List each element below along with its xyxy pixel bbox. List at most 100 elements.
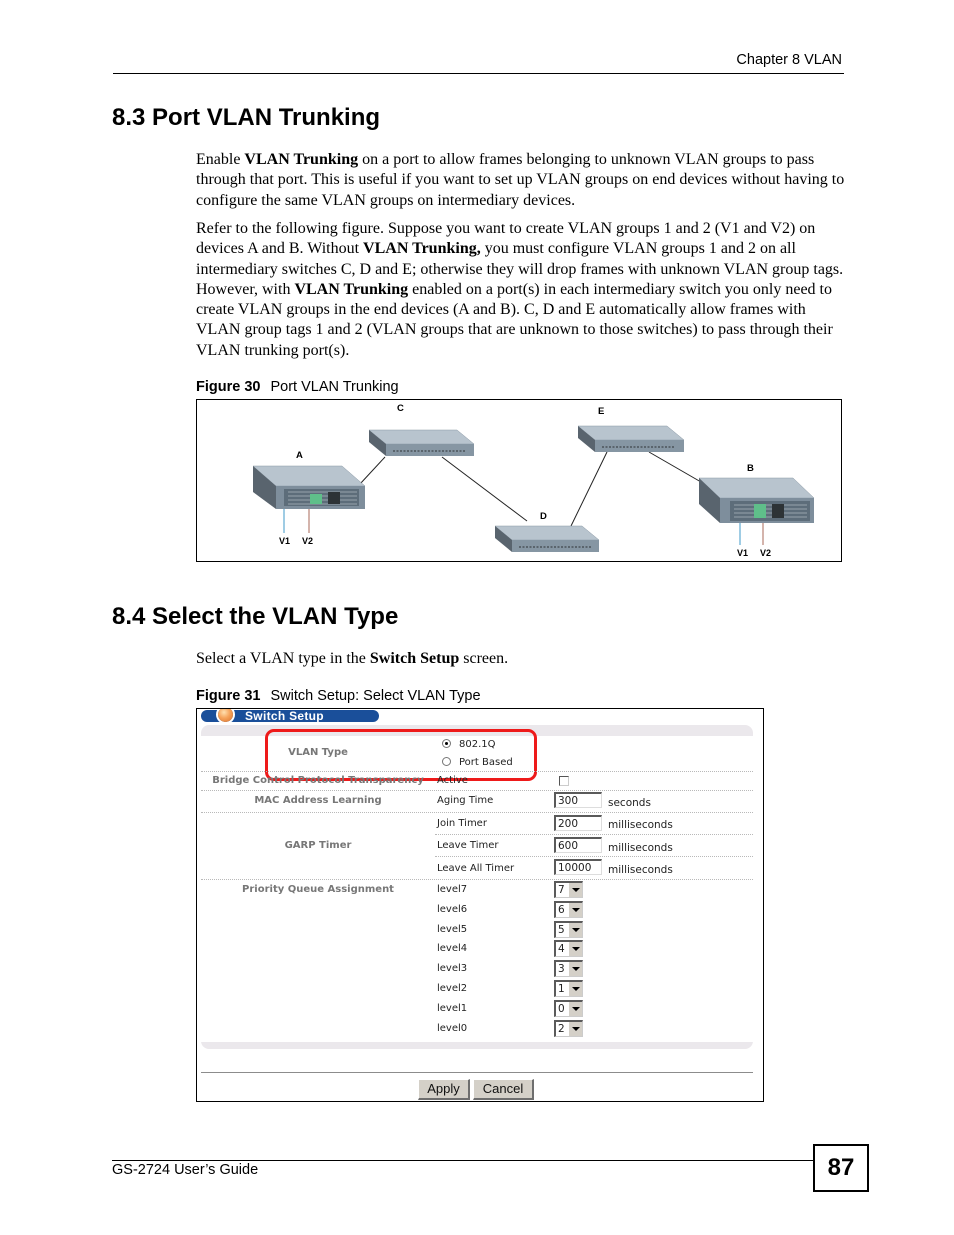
cancel-button[interactable]: Cancel <box>473 1079 534 1100</box>
chevron-down-icon[interactable] <box>568 982 582 996</box>
switch-setup-screen: Switch Setup VLAN Type 802.1Q Port Based… <box>196 708 764 1102</box>
text-run: Enable <box>196 151 245 168</box>
bold-term: VLAN Trunking <box>244 151 359 168</box>
paragraph-select-vlan: Select a VLAN type in the Switch Setup s… <box>196 649 846 669</box>
aging-time-unit: seconds <box>608 797 651 809</box>
priority-level-value: 3 <box>558 963 565 976</box>
label-a: A <box>296 450 303 461</box>
priority-level-label: level0 <box>437 1022 468 1034</box>
priority-level-value: 5 <box>558 923 565 936</box>
leave-all-timer-input[interactable]: 10000 <box>554 859 602 875</box>
priority-level-value: 4 <box>558 943 565 956</box>
leave-all-timer-label: Leave All Timer <box>437 863 515 874</box>
section-heading-8-3: 8.3 Port VLAN Trunking <box>112 104 381 131</box>
priority-level-label: level2 <box>437 983 468 994</box>
header-rule <box>113 73 844 74</box>
footer-guide-title: GS-2724 User’s Guide <box>112 1162 259 1178</box>
row-divider <box>435 834 753 835</box>
button-separator <box>201 1072 753 1073</box>
label-b-v2: V2 <box>760 548 771 558</box>
figure-number: Figure 31 <box>196 688 261 704</box>
bold-term: Switch Setup <box>369 650 460 667</box>
aging-time-input[interactable]: 300 <box>554 792 602 808</box>
priority-level-select[interactable]: 1 <box>554 980 583 997</box>
join-timer-input[interactable]: 200 <box>554 815 602 831</box>
label-b-v1: V1 <box>737 548 748 558</box>
join-timer-label: Join Timer <box>437 818 487 829</box>
garp-timer-label: GARP Timer <box>284 840 352 851</box>
figure-30-caption: Figure 30 Port VLAN Trunking <box>196 379 399 395</box>
network-diagram: A C E B D V1 V2 V1 V2 <box>252 403 815 558</box>
priority-level-select[interactable]: 2 <box>554 1019 583 1037</box>
footer-rule <box>112 1160 814 1161</box>
paragraph-trunking-example: Refer to the following figure. Suppose y… <box>196 219 846 361</box>
priority-level-select[interactable]: 4 <box>554 940 583 958</box>
bold-term: VLAN Trunking <box>294 280 409 298</box>
label-a-v1: V1 <box>279 536 290 546</box>
chevron-down-icon[interactable] <box>568 1001 582 1016</box>
figure-port-vlan-trunking: A C E B D V1 V2 V1 V2 <box>196 399 842 562</box>
priority-level-select[interactable]: 5 <box>554 920 583 938</box>
link-c-d <box>441 456 528 522</box>
text-run: screen. <box>459 650 509 667</box>
priority-level-label: level3 <box>437 963 468 975</box>
highlight-box <box>265 729 537 781</box>
priority-level-value: 2 <box>558 1022 565 1035</box>
section-heading-8-4: 8.4 Select the VLAN Type <box>112 603 399 630</box>
priority-level-value: 0 <box>558 1002 565 1015</box>
priority-level-value: 7 <box>558 884 565 896</box>
leave-timer-input[interactable]: 600 <box>554 837 602 853</box>
bpdu-active-checkbox[interactable] <box>559 776 569 786</box>
row-divider <box>201 812 753 813</box>
screen-title: Switch Setup <box>245 709 324 723</box>
chevron-down-icon[interactable] <box>568 922 582 937</box>
priority-level-select[interactable]: 7 <box>554 881 583 898</box>
device-b-chassis-icon <box>698 477 815 523</box>
figure-title: Switch Setup: Select VLAN Type <box>270 688 481 704</box>
priority-level-select[interactable]: 6 <box>554 900 583 918</box>
apply-button[interactable]: Apply <box>418 1079 470 1100</box>
priority-level-select[interactable]: 3 <box>554 960 583 978</box>
leave-timer-label: Leave Timer <box>437 840 499 851</box>
link-e-b <box>648 451 702 483</box>
priority-level-label: level1 <box>437 1002 468 1014</box>
priority-level-select[interactable]: 0 <box>554 999 583 1017</box>
label-e: E <box>598 406 604 417</box>
switch-c-icon <box>368 429 475 456</box>
link-a-c <box>359 456 386 485</box>
row-divider <box>201 790 753 791</box>
priority-level-label: level6 <box>437 903 468 915</box>
priority-level-value: 1 <box>558 983 565 995</box>
device-a-chassis-icon <box>252 465 366 509</box>
switch-d-icon <box>494 525 600 552</box>
figure-31-caption: Figure 31 Switch Setup: Select VLAN Type <box>196 688 481 704</box>
aging-time-label: Aging Time <box>437 795 494 806</box>
priority-level-label: level7 <box>437 884 468 895</box>
bpdu-label: Bridge Control Protocol Transparency <box>212 775 424 786</box>
chevron-down-icon[interactable] <box>568 902 582 917</box>
row-divider <box>201 771 753 772</box>
text-run: Select a VLAN type in the <box>196 650 370 667</box>
chevron-down-icon[interactable] <box>568 942 582 957</box>
bold-term: VLAN Trunking, <box>363 240 481 258</box>
chapter-header: Chapter 8 VLAN <box>736 52 842 68</box>
priority-level-label: level4 <box>437 943 468 955</box>
leave-timer-unit: milliseconds <box>608 842 673 854</box>
bpdu-active-label: Active <box>437 775 468 786</box>
row-divider <box>201 879 753 880</box>
figure-number: Figure 30 <box>196 379 261 395</box>
label-a-v2: V2 <box>302 536 313 546</box>
figure-title: Port VLAN Trunking <box>270 379 399 395</box>
chevron-down-icon[interactable] <box>568 883 582 897</box>
mac-learning-label: MAC Address Learning <box>254 795 382 806</box>
priority-level-label: level5 <box>437 923 468 935</box>
label-d: D <box>540 511 547 522</box>
page-number: 87 <box>813 1144 869 1192</box>
label-b: B <box>747 463 754 474</box>
chevron-down-icon[interactable] <box>568 962 582 977</box>
join-timer-unit: milliseconds <box>608 819 673 831</box>
link-d-e <box>570 451 608 527</box>
leave-all-timer-unit: milliseconds <box>608 864 673 876</box>
label-c: C <box>397 403 404 414</box>
chevron-down-icon[interactable] <box>568 1021 582 1036</box>
